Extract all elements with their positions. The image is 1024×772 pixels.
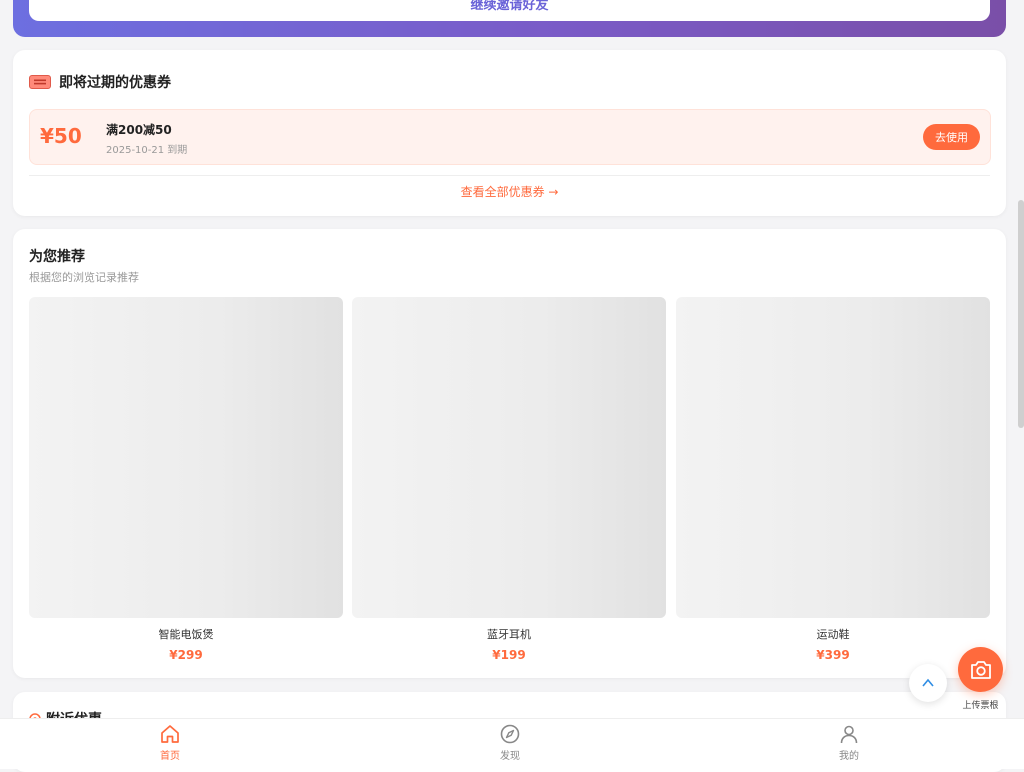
continue-invite-button[interactable]: 继续邀请好友 — [29, 0, 990, 21]
recommend-card: 为您推荐 根据您的浏览记录推荐 智能电饭煲 ¥299 蓝牙耳机 ¥199 运动鞋… — [13, 229, 1006, 678]
nav-label-discover: 发现 — [500, 751, 520, 762]
product-price: ¥199 — [492, 648, 526, 662]
nav-label-mine: 我的 — [839, 751, 859, 762]
expiring-coupons-card: 即将过期的优惠券 ¥50 满200减50 2025-10-21 到期 去使用 查… — [13, 50, 1006, 216]
chevron-up-icon — [922, 678, 934, 687]
coupon-name: 满200减50 — [106, 123, 172, 137]
coupon-amount: ¥50 — [40, 124, 82, 148]
product-name: 蓝牙耳机 — [487, 628, 531, 641]
product-price: ¥299 — [169, 648, 203, 662]
compass-icon — [500, 724, 520, 744]
nav-item-home[interactable]: 首页 — [140, 723, 200, 762]
bottom-nav: 首页 发现 我的 — [0, 718, 1024, 769]
coupons-title: 即将过期的优惠券 — [59, 75, 171, 91]
invite-banner: 继续邀请好友 — [13, 0, 1006, 37]
camera-icon — [970, 660, 991, 679]
user-icon — [840, 725, 858, 744]
product-name: 运动鞋 — [816, 628, 850, 641]
scrollbar[interactable] — [1018, 200, 1024, 428]
nav-label-home: 首页 — [160, 751, 180, 762]
use-coupon-button[interactable]: 去使用 — [923, 124, 980, 150]
view-all-coupons-link[interactable]: 查看全部优惠券 → — [13, 183, 1006, 200]
recommend-title: 为您推荐 — [29, 249, 85, 265]
product-image — [676, 297, 990, 618]
upload-ticket-button[interactable] — [958, 647, 1003, 692]
divider — [29, 175, 990, 176]
product-price: ¥399 — [816, 648, 850, 662]
product-image — [352, 297, 666, 618]
product-name: 智能电饭煲 — [158, 628, 214, 641]
ticket-icon — [29, 75, 51, 89]
upload-ticket-label: 上传票根 — [962, 701, 999, 711]
nav-item-discover[interactable]: 发现 — [480, 723, 540, 762]
product-image — [29, 297, 343, 618]
nav-item-mine[interactable]: 我的 — [819, 723, 879, 762]
coupon-item: ¥50 满200减50 2025-10-21 到期 去使用 — [29, 109, 991, 165]
scroll-to-top-button[interactable] — [909, 664, 947, 702]
continue-invite-label: 继续邀请好友 — [470, 0, 549, 13]
home-icon — [161, 725, 179, 743]
coupons-section-title: 即将过期的优惠券 — [29, 72, 171, 92]
product-card[interactable]: 运动鞋 ¥399 — [676, 297, 990, 662]
coupon-expire-date: 2025-10-21 到期 — [106, 145, 188, 156]
product-card[interactable]: 智能电饭煲 ¥299 — [29, 297, 343, 662]
product-card[interactable]: 蓝牙耳机 ¥199 — [352, 297, 666, 662]
recommend-subtitle: 根据您的浏览记录推荐 — [29, 271, 139, 284]
